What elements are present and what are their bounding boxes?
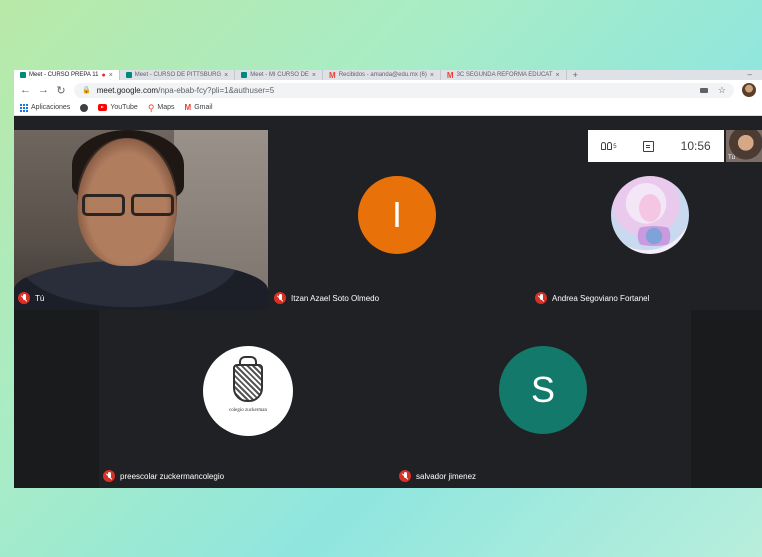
participant-tile-itzan[interactable]: I Itzan Azael Soto Olmedo <box>270 130 525 310</box>
close-tab-icon[interactable]: × <box>556 72 560 79</box>
camera-in-use-icon[interactable] <box>699 87 708 93</box>
mic-off-icon <box>18 292 30 304</box>
meet-favicon-icon <box>20 72 26 78</box>
participant-tile-preescolar[interactable]: colegio zuckerman preescolar zuckermanco… <box>99 310 393 488</box>
bookmark-maps[interactable]: ⚲ Maps <box>147 102 175 113</box>
bookmark-label: YouTube <box>110 104 138 111</box>
tab-gmail[interactable]: M Recibidos - amanda@edu.mx (6) × <box>323 70 441 80</box>
participant-tile-self[interactable]: Tú <box>14 130 268 310</box>
new-tab-button[interactable]: + <box>567 70 584 80</box>
participant-avatar: S <box>499 346 587 434</box>
participant-name-tag: Andrea Segoviano Fortanel <box>535 292 649 304</box>
url-path: /npa-ebab-fcy?pli=1&authuser=5 <box>158 85 275 95</box>
back-arrow-icon[interactable]: ← <box>20 84 31 96</box>
unicorn-avatar <box>611 176 689 254</box>
participant-tile-salvador[interactable]: S salvador jimenez <box>393 310 691 488</box>
meeting-clock: 10:56 <box>680 139 711 153</box>
gmail-favicon-icon: M <box>446 70 454 80</box>
tab-label: Meet - CURSO PREPA 11 <box>29 72 99 78</box>
tab-meet-mi-curso[interactable]: Meet - MI CURSO DE × <box>235 70 324 80</box>
address-bar[interactable]: 🔒 meet.google.com/npa-ebab-fcy?pli=1&aut… <box>74 82 734 98</box>
bookmark-chrome[interactable] <box>80 103 89 112</box>
participant-name-tag: Tú <box>18 292 44 304</box>
tab-label: 3C SEGUNDA REFORMA EDUCAT <box>456 72 553 78</box>
glasses-icon <box>82 194 174 216</box>
participant-name-tag: Itzan Azael Soto Olmedo <box>274 292 379 304</box>
avatar-initial: S <box>530 369 555 410</box>
url-text: meet.google.com/npa-ebab-fcy?pli=1&authu… <box>97 86 274 95</box>
forward-arrow-icon[interactable]: → <box>38 84 49 96</box>
recording-dot-icon: ● <box>101 71 106 79</box>
tab-label: Recibidos - amanda@edu.mx (6) <box>338 72 427 78</box>
tab-strip: Meet - CURSO PREPA 11 ● × Meet - CURSO D… <box>14 70 762 80</box>
browser-window: Meet - CURSO PREPA 11 ● × Meet - CURSO D… <box>14 70 762 488</box>
participant-name: preescolar zuckermancolegio <box>120 471 225 481</box>
close-tab-icon[interactable]: × <box>312 72 316 79</box>
bookmarks-bar: Aplicaciones YouTube ⚲ Maps M Gmail <box>14 100 762 116</box>
bookmark-label: Maps <box>157 104 175 111</box>
close-tab-icon[interactable]: × <box>430 72 434 79</box>
empty-tile <box>14 310 99 488</box>
avatar-initial: I <box>391 194 402 235</box>
participant-name-tag: salvador jimenez <box>399 470 476 482</box>
meet-favicon-icon <box>125 72 132 78</box>
bookmark-youtube[interactable]: YouTube <box>98 104 138 111</box>
gmail-favicon-icon: M <box>329 70 336 80</box>
apps-grid-icon <box>20 103 28 112</box>
participant-name-tag: preescolar zuckermancolegio <box>103 470 224 482</box>
bookmark-label: Gmail <box>194 104 213 111</box>
chrome-icon <box>80 103 89 112</box>
tab-label: Meet - CURSO DE PITTSBURG <box>134 72 222 78</box>
maps-pin-icon: ⚲ <box>147 102 155 113</box>
mic-off-icon <box>103 470 115 482</box>
mic-off-icon <box>274 292 286 304</box>
self-view-thumbnail[interactable]: Tú <box>726 130 762 162</box>
gmail-icon: M <box>184 103 192 112</box>
participant-name: salvador jimenez <box>416 471 477 481</box>
participant-avatar: I <box>358 176 436 254</box>
close-tab-icon[interactable]: × <box>109 72 113 79</box>
reload-icon[interactable]: ↻ <box>56 84 66 97</box>
school-seal-logo: colegio zuckerman <box>203 346 293 436</box>
people-icon[interactable]: 5 <box>601 142 617 150</box>
participant-name: Itzan Azael Soto Olmedo <box>291 293 380 303</box>
meet-favicon-icon <box>241 72 248 78</box>
tab-meet-pittsburg[interactable]: Meet - CURSO DE PITTSBURG × <box>120 70 236 80</box>
mic-off-icon <box>535 292 547 304</box>
bookmark-gmail[interactable]: M Gmail <box>185 103 213 112</box>
browser-toolbar: ← → ↻ 🔒 meet.google.com/npa-ebab-fcy?pli… <box>14 80 762 100</box>
profile-avatar-icon[interactable] <box>742 83 756 97</box>
bookmark-label: Aplicaciones <box>31 104 71 111</box>
participant-name: Tú <box>35 293 45 303</box>
lock-icon: 🔒 <box>82 87 91 94</box>
tab-meet-prepa[interactable]: Meet - CURSO PREPA 11 ● × <box>14 70 120 80</box>
self-thumb-label: Tú <box>728 155 736 161</box>
minimize-window-button[interactable]: – <box>748 70 762 80</box>
participant-name: Andrea Segoviano Fortanel <box>552 293 650 303</box>
tab-reforma[interactable]: M 3C SEGUNDA REFORMA EDUCAT × <box>441 70 567 80</box>
bookmark-star-icon[interactable]: ☆ <box>718 85 726 96</box>
youtube-icon <box>98 104 108 111</box>
meet-top-controls: 5 10:56 <box>588 130 724 162</box>
chat-icon[interactable] <box>643 140 655 152</box>
close-tab-icon[interactable]: × <box>224 72 228 79</box>
seal-shield <box>233 364 263 402</box>
empty-tile <box>691 310 762 488</box>
tab-label: Meet - MI CURSO DE <box>250 72 309 78</box>
meet-grid: Tú I Itzan Azael Soto Olmedo Andrea Sego… <box>14 130 762 488</box>
bookmark-apps[interactable]: Aplicaciones <box>20 103 71 112</box>
url-host: meet.google.com <box>96 85 159 95</box>
seal-text: colegio zuckerman <box>229 408 267 413</box>
mic-off-icon <box>399 470 411 482</box>
